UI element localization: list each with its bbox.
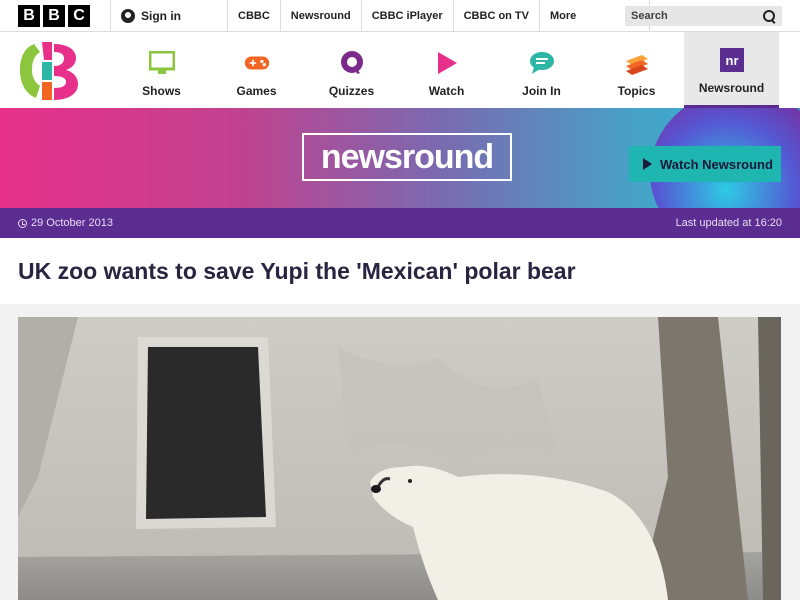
quiz-icon — [339, 50, 365, 76]
bbc-logo[interactable]: B B C — [18, 4, 90, 27]
sign-in-label: Sign in — [141, 8, 181, 23]
article-headline: UK zoo wants to save Yupi the 'Mexican' … — [18, 257, 576, 284]
bbc-global-bar: B B C Sign in CBBC Newsround CBBC iPlaye… — [0, 0, 800, 32]
search-icon[interactable] — [763, 9, 776, 23]
cbbc-nav-label: Watch — [428, 84, 465, 98]
cbbc-nav-shows[interactable]: Shows — [114, 32, 209, 108]
bbc-logo-letter: B — [43, 4, 65, 27]
article-header: UK zoo wants to save Yupi the 'Mexican' … — [0, 238, 800, 304]
cbbc-nav-join-in[interactable]: Join In — [494, 32, 589, 108]
cbbc-nav-label: Topics — [617, 84, 656, 98]
search-input[interactable]: Search — [625, 6, 782, 26]
newsround-logo[interactable]: newsround — [302, 133, 512, 181]
date-bar: 29 October 2013 Last updated at 16:20 — [0, 208, 800, 238]
cbbc-nav-items: Shows Games Quizzes Watch Join In Topics… — [114, 32, 779, 108]
publish-date: 29 October 2013 — [18, 217, 113, 229]
cbbc-nav-label: Games — [236, 84, 277, 98]
svg-text:nr: nr — [725, 53, 738, 68]
bbc-nav: CBBC Newsround CBBC iPlayer CBBC on TV M… — [228, 0, 650, 32]
cbbc-nav: Shows Games Quizzes Watch Join In Topics… — [0, 32, 800, 108]
cbbc-nav-label: Quizzes — [328, 84, 375, 98]
cbbc-nav-label: Join In — [522, 84, 561, 98]
chat-icon — [529, 50, 555, 76]
cbbc-nav-label: Shows — [142, 84, 181, 98]
nav-link-cbbc-iplayer[interactable]: CBBC iPlayer — [362, 0, 454, 32]
cbbc-nav-quizzes[interactable]: Quizzes — [304, 32, 399, 108]
last-updated: Last updated at 16:20 — [675, 217, 782, 229]
newsround-banner: newsround Watch Newsround — [0, 108, 800, 208]
gamepad-icon — [244, 50, 270, 76]
article-image — [18, 317, 781, 600]
nav-link-cbbc[interactable]: CBBC — [228, 0, 281, 32]
cbbc-nav-label: Newsround — [698, 81, 765, 95]
cbbc-nav-watch[interactable]: Watch — [399, 32, 494, 108]
more-label: More — [550, 9, 577, 22]
search-placeholder: Search — [631, 10, 668, 22]
cbbc-nav-games[interactable]: Games — [209, 32, 304, 108]
bbc-logo-letter: B — [18, 4, 40, 27]
publish-date-text: 29 October 2013 — [31, 217, 113, 229]
stack-icon — [624, 50, 650, 76]
watch-newsround-button[interactable]: Watch Newsround — [629, 146, 781, 182]
nav-link-cbbc-on-tv[interactable]: CBBC on TV — [454, 0, 540, 32]
tv-icon — [148, 50, 175, 76]
cbbc-nav-newsround[interactable]: nr Newsround — [684, 32, 779, 108]
play-icon — [643, 158, 652, 170]
cbbc-nav-topics[interactable]: Topics — [589, 32, 684, 108]
clock-icon — [18, 218, 27, 228]
newsround-icon: nr — [719, 47, 745, 73]
cbbc-logo[interactable] — [18, 40, 80, 102]
play-icon — [434, 50, 460, 76]
user-icon — [121, 8, 135, 23]
sign-in-link[interactable]: Sign in — [110, 0, 228, 32]
bbc-logo-letter: C — [68, 4, 90, 27]
watch-newsround-label: Watch Newsround — [660, 156, 773, 172]
nav-link-newsround[interactable]: Newsround — [281, 0, 362, 32]
